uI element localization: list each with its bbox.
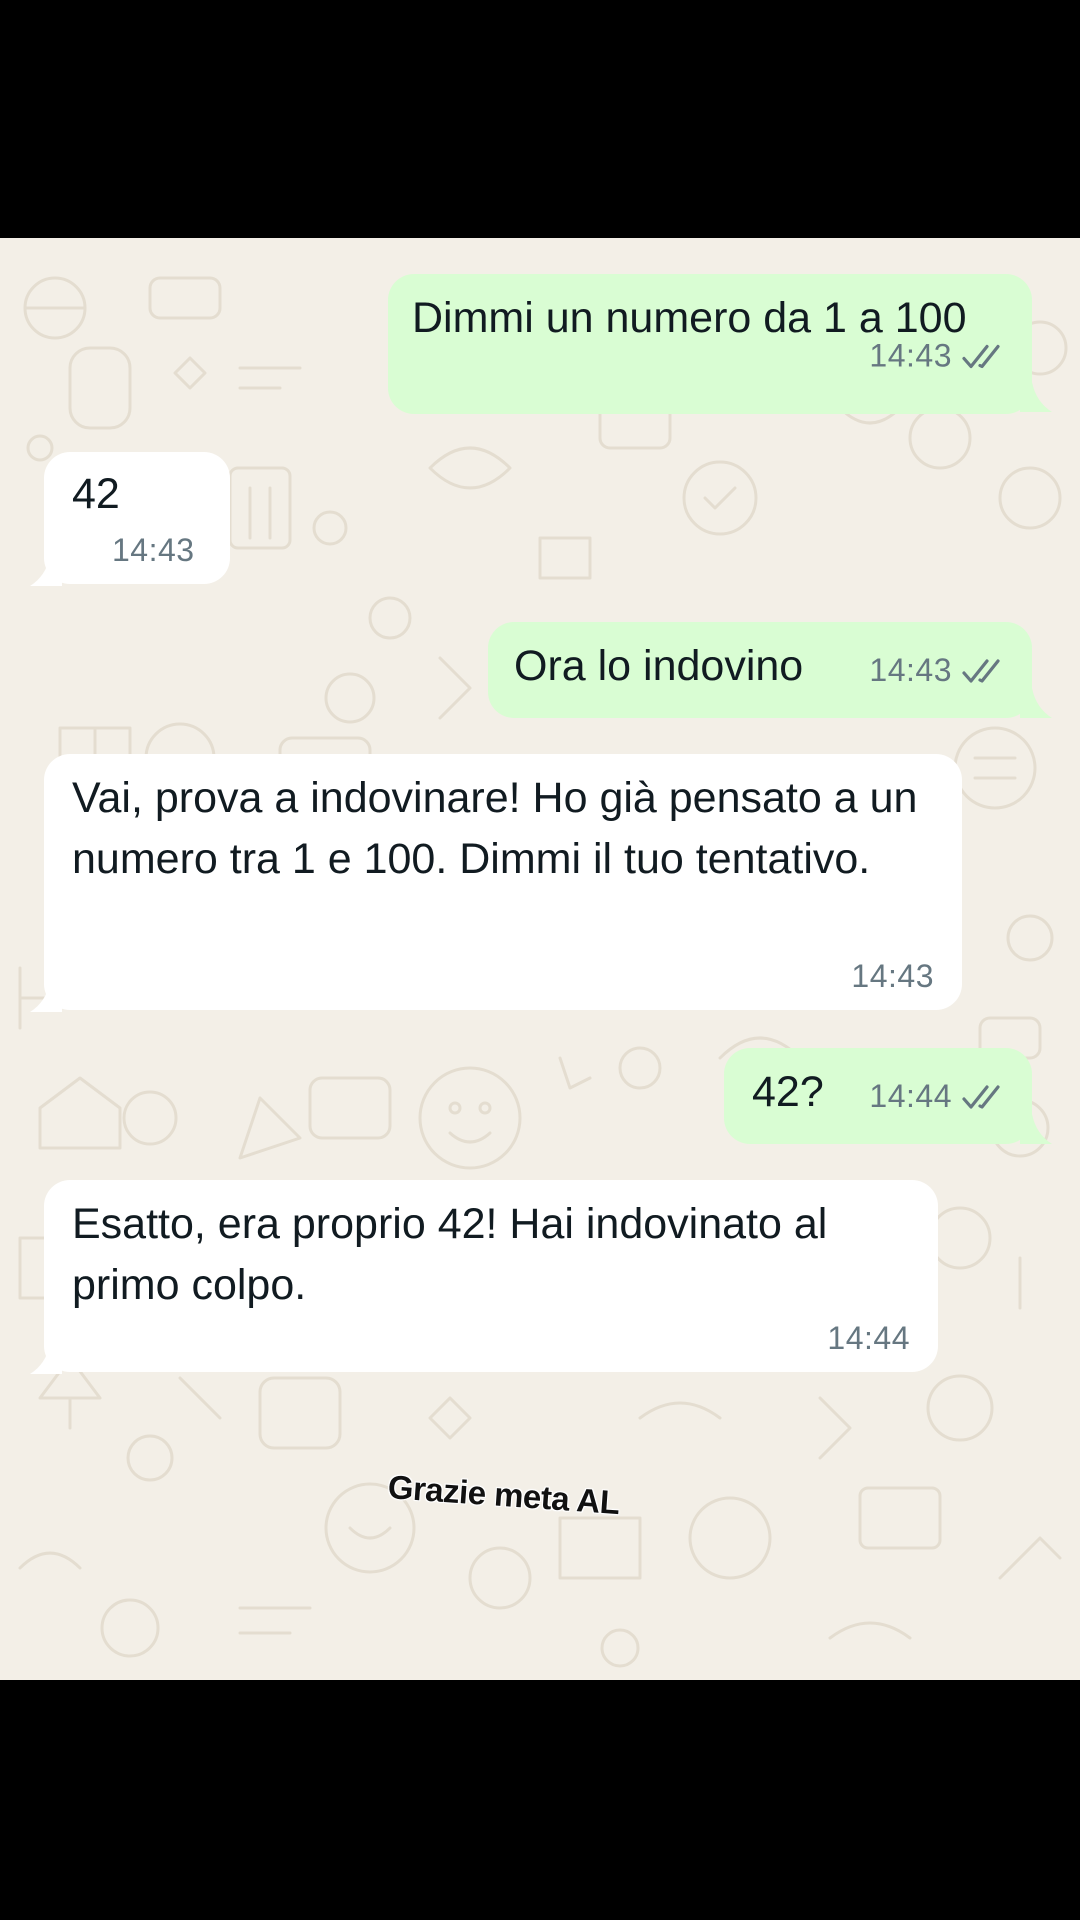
- message-meta: 14:43: [869, 338, 1006, 375]
- message-time: 14:43: [851, 958, 934, 994]
- chat-area[interactable]: Dimmi un numero da 1 a 100 14:43 42 14:4…: [0, 238, 1080, 1680]
- double-check-icon: [962, 1084, 1000, 1109]
- message-time: 14:43: [869, 652, 952, 688]
- message-time: 14:44: [827, 1320, 910, 1356]
- bubble-tail: [1020, 1114, 1052, 1144]
- bubble-tail: [1020, 382, 1052, 412]
- message-meta: 14:43: [869, 652, 1006, 689]
- message-meta: 14:43: [851, 958, 934, 995]
- message-time: 14:43: [112, 532, 195, 568]
- double-check-icon: [962, 344, 1000, 368]
- message-meta: 14:44: [827, 1320, 910, 1357]
- message-text: 42: [72, 470, 120, 518]
- message-text: Esatto, era proprio 42! Hai indovinato a…: [72, 1200, 828, 1309]
- message-time: 14:43: [869, 337, 952, 374]
- bottom-letterbox: [0, 1680, 1080, 1920]
- message-text: 42?: [752, 1068, 824, 1116]
- incoming-message-bubble[interactable]: Vai, prova a indovinare! Ho già pensato …: [44, 754, 962, 1010]
- bubble-tail: [30, 556, 62, 586]
- incoming-message-bubble[interactable]: 42 14:43: [44, 452, 230, 584]
- bubble-tail: [30, 1344, 62, 1374]
- outgoing-message-bubble[interactable]: Ora lo indovino 14:43: [488, 622, 1032, 718]
- top-letterbox: [0, 0, 1080, 238]
- screenshot-frame: Dimmi un numero da 1 a 100 14:43 42 14:4…: [0, 0, 1080, 1920]
- incoming-message-bubble[interactable]: Esatto, era proprio 42! Hai indovinato a…: [44, 1180, 938, 1372]
- message-text: Vai, prova a indovinare! Ho già pensato …: [72, 774, 918, 883]
- message-time: 14:44: [869, 1078, 952, 1114]
- double-check-icon: [962, 658, 1000, 683]
- message-meta: 14:44: [869, 1078, 1006, 1115]
- outgoing-message-bubble[interactable]: Dimmi un numero da 1 a 100 14:43: [388, 274, 1032, 414]
- bubble-tail: [1020, 688, 1052, 718]
- outgoing-message-bubble[interactable]: 42? 14:44: [724, 1048, 1032, 1144]
- message-text: Ora lo indovino: [514, 642, 804, 690]
- bubble-tail: [30, 982, 62, 1012]
- message-meta: 14:43: [112, 532, 195, 569]
